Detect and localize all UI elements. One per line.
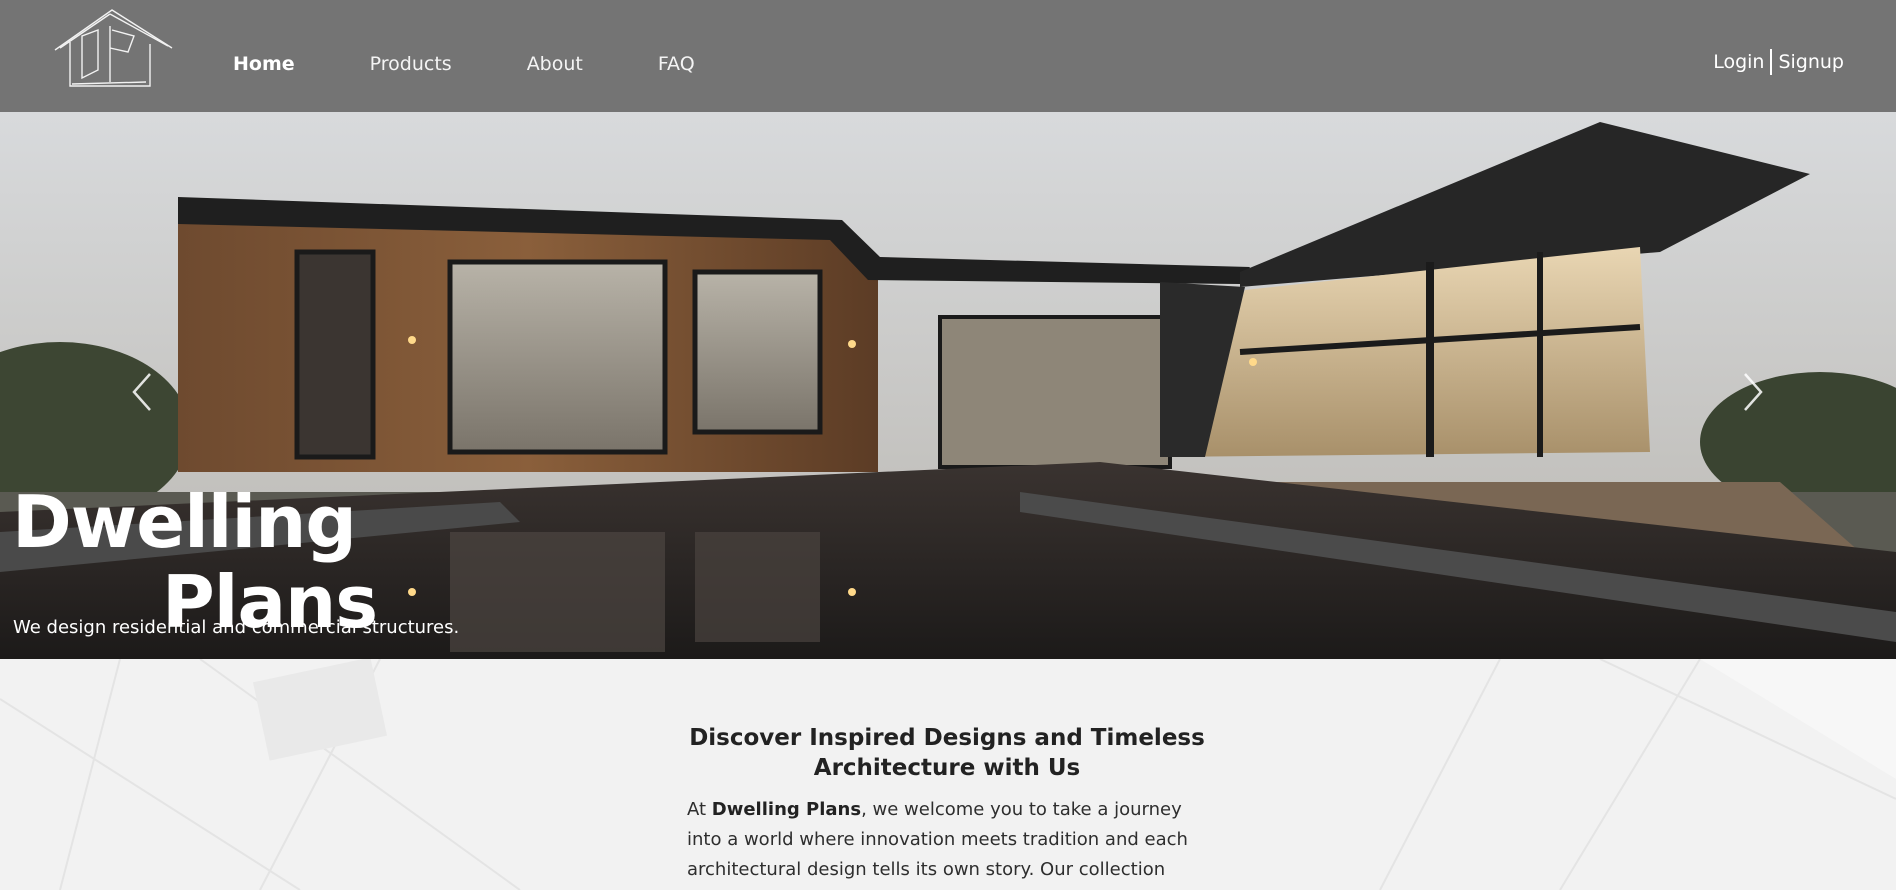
top-navbar: Home Products About FAQ Login Signup [0, 0, 1896, 112]
intro-section: Discover Inspired Designs and Timeless A… [0, 659, 1896, 890]
intro-brand: Dwelling Plans [711, 799, 862, 820]
intro-text-block: Discover Inspired Designs and Timeless A… [687, 723, 1207, 885]
auth-links: Login Signup [1713, 49, 1844, 75]
nav-links: Home Products About FAQ [233, 53, 770, 75]
nav-link-products[interactable]: Products [370, 53, 452, 75]
nav-link-faq[interactable]: FAQ [658, 53, 695, 75]
carousel-prev-button[interactable] [120, 362, 160, 422]
intro-paragraph: At Dwelling Plans, we welcome you to tak… [687, 795, 1207, 885]
hero-subtitle: We design residential and commercial str… [13, 617, 460, 638]
hero-carousel: Dwelling Plans [0, 112, 1896, 659]
logo-icon[interactable] [50, 8, 178, 88]
nav-link-about[interactable]: About [527, 53, 583, 75]
signup-link[interactable]: Signup [1778, 51, 1844, 73]
intro-heading: Discover Inspired Designs and Timeless A… [689, 725, 1205, 781]
auth-divider [1770, 49, 1773, 75]
carousel-next-button[interactable] [1735, 362, 1775, 422]
intro-prefix: At [687, 799, 712, 820]
login-link[interactable]: Login [1713, 51, 1764, 73]
hero-title-line1: Dwelling [12, 480, 357, 564]
nav-link-home[interactable]: Home [233, 53, 295, 75]
